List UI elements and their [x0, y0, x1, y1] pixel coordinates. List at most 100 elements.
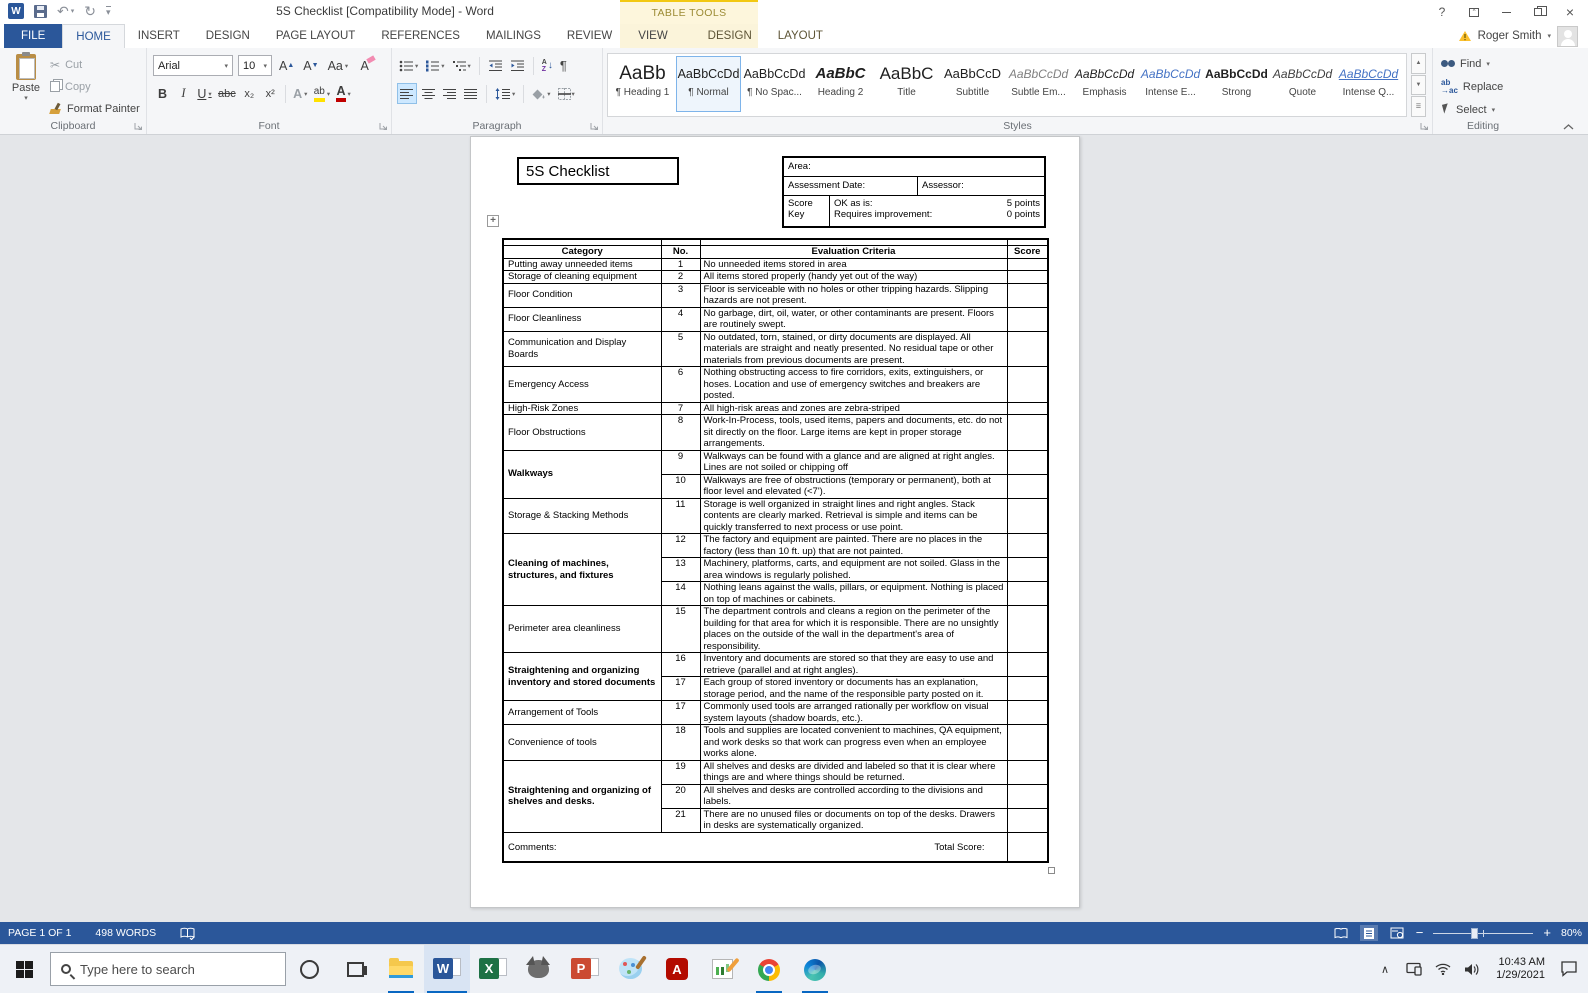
taskbar-acrobat-button[interactable]: A	[654, 945, 700, 993]
restore-button[interactable]	[1524, 2, 1552, 22]
tab-home[interactable]: HOME	[62, 24, 125, 48]
task-view-button[interactable]	[332, 945, 378, 993]
style-title[interactable]: AaBbC Title	[874, 56, 939, 112]
criteria-cell[interactable]: No unneeded items stored in area	[699, 257, 1008, 271]
select-button[interactable]: Select ▾	[1441, 100, 1503, 119]
style-quote[interactable]: AaBbCcDd Quote	[1270, 56, 1335, 112]
print-layout-icon[interactable]	[1359, 925, 1378, 941]
bold-button[interactable]: B	[153, 83, 172, 104]
justify-button[interactable]	[462, 83, 480, 104]
wifi-icon[interactable]	[1432, 945, 1454, 993]
cut-button[interactable]: ✂ Cut	[50, 55, 140, 74]
collapse-ribbon-icon[interactable]	[1563, 124, 1574, 130]
zoom-level[interactable]: 80%	[1561, 927, 1582, 939]
tab-design[interactable]: DESIGN	[193, 24, 263, 48]
table-resize-handle[interactable]	[1048, 867, 1055, 874]
total-score-cell[interactable]	[1006, 831, 1049, 863]
style-intense-q[interactable]: AaBbCcDd Intense Q...	[1336, 56, 1401, 112]
taskbar-chrome-button[interactable]	[746, 945, 792, 993]
score-cell[interactable]	[1006, 366, 1049, 403]
score-cell[interactable]	[1006, 414, 1049, 451]
taskbar-file-explorer-button[interactable]	[378, 945, 424, 993]
read-mode-icon[interactable]	[1332, 925, 1350, 941]
styles-scroll-up-icon[interactable]: ▲	[1411, 53, 1426, 74]
font-size-combo[interactable]: 10 ▾	[238, 55, 272, 76]
item-number-cell[interactable]: 15	[660, 605, 701, 653]
category-cell[interactable]: Straightening and organizing inventory a…	[502, 652, 662, 701]
category-cell[interactable]: Floor Condition	[502, 282, 662, 308]
criteria-cell[interactable]: Storage is well organized in straight li…	[699, 497, 1008, 534]
category-cell[interactable]: Storage & Stacking Methods	[502, 497, 662, 534]
style-emphasis[interactable]: AaBbCcDd Emphasis	[1072, 56, 1137, 112]
category-cell[interactable]: Communication and Display Boards	[502, 330, 662, 367]
increase-indent-button[interactable]	[508, 55, 527, 76]
numbering-button[interactable]: ▾	[423, 55, 446, 76]
underline-button[interactable]: U ▾	[195, 83, 214, 104]
strikethrough-button[interactable]: abc	[216, 83, 238, 104]
taskbar-search-input[interactable]: Type here to search	[50, 952, 286, 986]
tab-review[interactable]: REVIEW	[554, 24, 625, 48]
category-cell[interactable]: Perimeter area cleanliness	[502, 605, 662, 653]
style-subtle-em[interactable]: AaBbCcDd Subtle Em...	[1006, 56, 1071, 112]
sort-button[interactable]: AZ ↓	[540, 55, 555, 76]
style-subtitle[interactable]: AaBbCcD Subtitle	[940, 56, 1005, 112]
borders-button[interactable]: ▾	[556, 83, 577, 104]
find-button[interactable]: Find ▾	[1441, 54, 1503, 73]
criteria-cell[interactable]: There are no unused files or documents o…	[699, 807, 1008, 833]
zoom-out-button[interactable]: −	[1416, 926, 1424, 939]
line-spacing-button[interactable]: ▾	[493, 83, 517, 104]
tab-mailings[interactable]: MAILINGS	[473, 24, 554, 48]
category-cell[interactable]: Cleaning of machines, structures, and fi…	[502, 533, 662, 606]
criteria-cell[interactable]: Walkways can be found with a glance and …	[699, 449, 1008, 475]
taskbar-word-button[interactable]: W	[424, 945, 470, 993]
criteria-cell[interactable]: Walkways are free of obstructions (tempo…	[699, 473, 1008, 499]
item-number-cell[interactable]: 17	[660, 676, 701, 701]
item-number-cell[interactable]: 1	[660, 257, 701, 271]
score-key-cell[interactable]: Score Key	[784, 196, 830, 226]
context-tab-design[interactable]: DESIGN	[695, 24, 765, 48]
assessor-cell[interactable]: Assessor:	[918, 177, 1044, 195]
item-number-cell[interactable]: 17	[660, 700, 701, 725]
word-count[interactable]: 498 WORDS	[95, 927, 156, 939]
font-color-button[interactable]: A ▾	[334, 83, 353, 104]
copy-button[interactable]: Copy	[50, 77, 140, 96]
criteria-cell[interactable]: Floor is serviceable with no holes or ot…	[699, 282, 1008, 308]
shading-button[interactable]: ▾	[530, 83, 552, 104]
item-number-cell[interactable]: 2	[660, 270, 701, 284]
item-number-cell[interactable]: 5	[660, 330, 701, 367]
criteria-cell[interactable]: Work-In-Process, tools, used items, pape…	[699, 414, 1008, 451]
action-center-icon[interactable]	[1558, 945, 1580, 993]
dialog-launcher-icon[interactable]	[134, 122, 143, 131]
style-heading-1[interactable]: AaBb ¶ Heading 1	[610, 56, 675, 112]
align-center-button[interactable]	[420, 83, 438, 104]
score-cell[interactable]	[1006, 330, 1049, 367]
zoom-slider-knob[interactable]	[1471, 927, 1479, 939]
monitor-icon[interactable]	[1403, 945, 1425, 993]
item-number-cell[interactable]: 20	[660, 783, 701, 809]
item-number-cell[interactable]: 9	[660, 449, 701, 475]
area-cell[interactable]: Area:	[784, 158, 1044, 177]
styles-more-icon[interactable]: ☰	[1411, 96, 1426, 118]
style-heading-2[interactable]: AaBbC Heading 2	[808, 56, 873, 112]
avatar[interactable]	[1557, 25, 1578, 47]
superscript-button[interactable]: x²	[261, 83, 280, 104]
comments-cell[interactable]: Comments: Total Score:	[502, 831, 1008, 863]
score-cell[interactable]	[1006, 306, 1049, 332]
score-cell[interactable]	[1006, 700, 1049, 725]
dialog-launcher-icon[interactable]	[379, 122, 388, 131]
score-cell[interactable]	[1006, 257, 1049, 271]
help-button[interactable]: ?	[1428, 2, 1456, 22]
cortana-button[interactable]	[286, 945, 332, 993]
taskbar-excel-button[interactable]: X	[470, 945, 516, 993]
score-cell[interactable]	[1006, 557, 1049, 582]
score-key-values[interactable]: OK as is: 5 points Requires improvement:…	[830, 196, 1044, 226]
item-number-cell[interactable]: 13	[660, 557, 701, 582]
dialog-launcher-icon[interactable]	[590, 122, 599, 131]
criteria-cell[interactable]: Machinery, platforms, carts, and equipme…	[699, 557, 1008, 582]
category-cell[interactable]: Emergency Access	[502, 366, 662, 403]
tab-file[interactable]: FILE	[4, 24, 63, 48]
page-count[interactable]: PAGE 1 OF 1	[8, 927, 71, 939]
criteria-cell[interactable]: All items stored properly (handy yet out…	[699, 270, 1008, 284]
category-cell[interactable]: Straightening and organizing of shelves …	[502, 759, 662, 833]
taskbar-photo-editor-button[interactable]	[700, 945, 746, 993]
